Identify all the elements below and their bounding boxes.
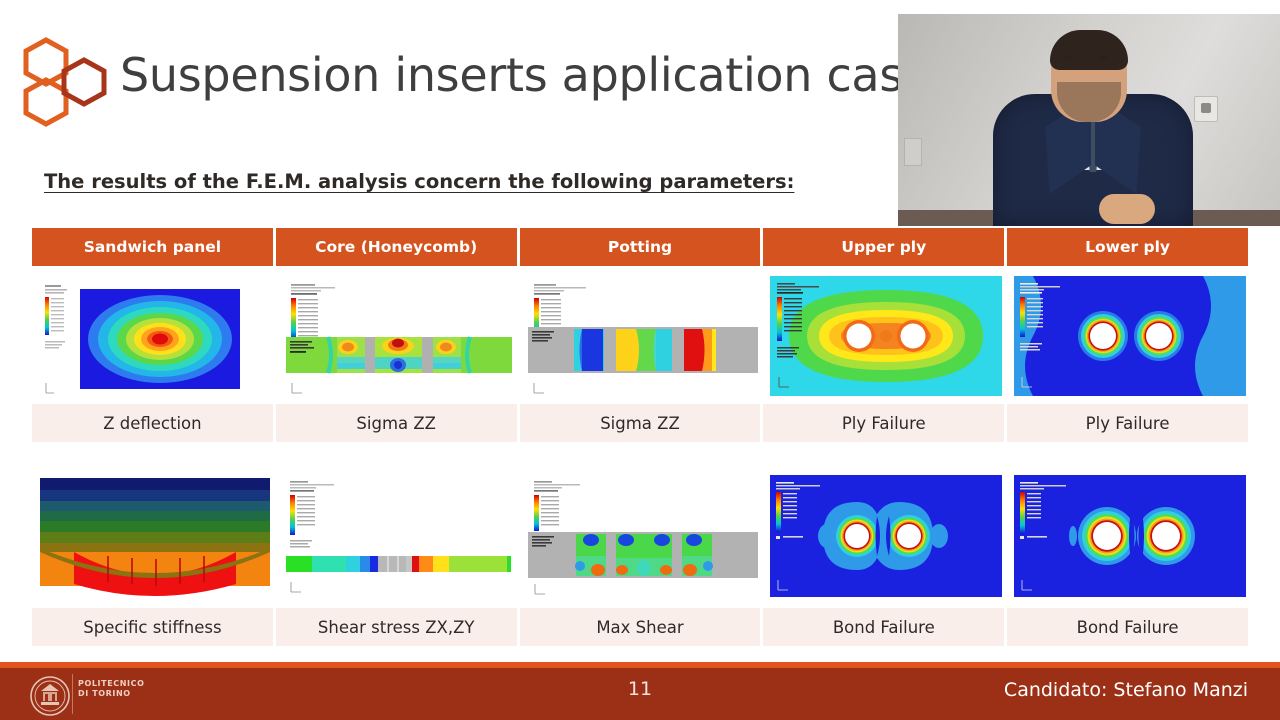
shear-bar <box>285 556 511 572</box>
figure-cell-specific-stiffness <box>32 466 273 606</box>
table-image-row-1 <box>32 269 1248 402</box>
hexagon-cluster-logo <box>23 37 107 127</box>
fem-core-sigma-zz <box>279 275 517 401</box>
fem-potting-sigma-zz <box>523 275 761 401</box>
shear-strip <box>527 532 758 578</box>
subtitle-text: The results of the F.E.M. analysis conce… <box>44 170 795 193</box>
column-header-potting: Potting <box>519 228 761 266</box>
fem-lower-bond-failure <box>1011 472 1248 600</box>
presenter-video-feed[interactable] <box>898 14 1280 226</box>
figure-cell-upper-ply-failure <box>763 269 1005 402</box>
figure-cell-upper-bond-failure <box>763 466 1005 606</box>
footer-accent-line <box>0 662 1280 668</box>
fem-lower-ply-failure <box>1011 273 1248 399</box>
contour-field <box>789 290 984 382</box>
table-header-row: Sandwich panel Core (Honeycomb) Potting … <box>32 228 1248 266</box>
hole-2 <box>1129 306 1190 366</box>
fem-upper-ply-failure <box>767 273 1005 399</box>
stiffness-bands <box>40 478 270 596</box>
label-lower-bond-failure: Bond Failure <box>1007 608 1248 646</box>
label-upper-ply-failure: Ply Failure <box>763 404 1005 442</box>
figure-cell-potting-sigma-zz <box>519 269 761 402</box>
label-upper-bond-failure: Bond Failure <box>763 608 1005 646</box>
label-specific-stiffness: Specific stiffness <box>32 608 273 646</box>
hair <box>1050 30 1128 70</box>
page-title: Suspension inserts application case <box>120 48 931 102</box>
column-header-core-honeycomb: Core (Honeycomb) <box>275 228 517 266</box>
figure-cell-lower-ply-failure <box>1007 269 1248 402</box>
hole-1 <box>1073 306 1134 366</box>
label-potting-sigma-zz: Sigma ZZ <box>519 404 761 442</box>
column-header-lower-ply: Lower ply <box>1007 228 1248 266</box>
contour-plot <box>80 289 240 389</box>
eye-right <box>1099 56 1107 60</box>
table-label-row-1: Z deflection Sigma ZZ Sigma ZZ Ply Failu… <box>32 404 1248 442</box>
light-switch-icon <box>904 138 922 166</box>
label-z-deflection: Z deflection <box>32 404 273 442</box>
wall-socket-icon <box>1194 96 1218 122</box>
fem-contour-z-deflection <box>36 275 273 401</box>
fem-shear-stress-zx-zy <box>279 472 517 600</box>
fem-results-table: Sandwich panel Core (Honeycomb) Potting … <box>32 228 1248 646</box>
presenter-hands <box>1099 194 1155 224</box>
core-strip <box>285 336 512 374</box>
fem-specific-stiffness <box>36 472 273 600</box>
fem-max-shear <box>523 472 761 600</box>
column-header-upper-ply: Upper ply <box>763 228 1005 266</box>
label-core-sigma-zz: Sigma ZZ <box>275 404 517 442</box>
figure-cell-shear-stress <box>275 466 517 606</box>
figure-cell-z-deflection <box>32 269 273 402</box>
label-lower-ply-failure: Ply Failure <box>1007 404 1248 442</box>
slide-footer: POLITECNICO DI TORINO 11 Candidato: Stef… <box>0 662 1280 720</box>
label-shear-stress: Shear stress ZX,ZY <box>275 608 517 646</box>
label-max-shear: Max Shear <box>519 608 761 646</box>
eye-left <box>1065 56 1073 60</box>
candidate-name: Candidato: Stefano Manzi <box>1003 679 1248 701</box>
figure-cell-max-shear <box>519 466 761 606</box>
row-spacer <box>32 442 1248 466</box>
figure-cell-lower-bond-failure <box>1007 466 1248 606</box>
fem-upper-bond-failure <box>767 472 1005 600</box>
table-label-row-2: Specific stiffness Shear stress ZX,ZY Ma… <box>32 608 1248 646</box>
column-header-sandwich-panel: Sandwich panel <box>32 228 273 266</box>
figure-cell-core-sigma-zz <box>275 269 517 402</box>
table-image-row-2 <box>32 466 1248 606</box>
potting-strip <box>527 327 758 373</box>
